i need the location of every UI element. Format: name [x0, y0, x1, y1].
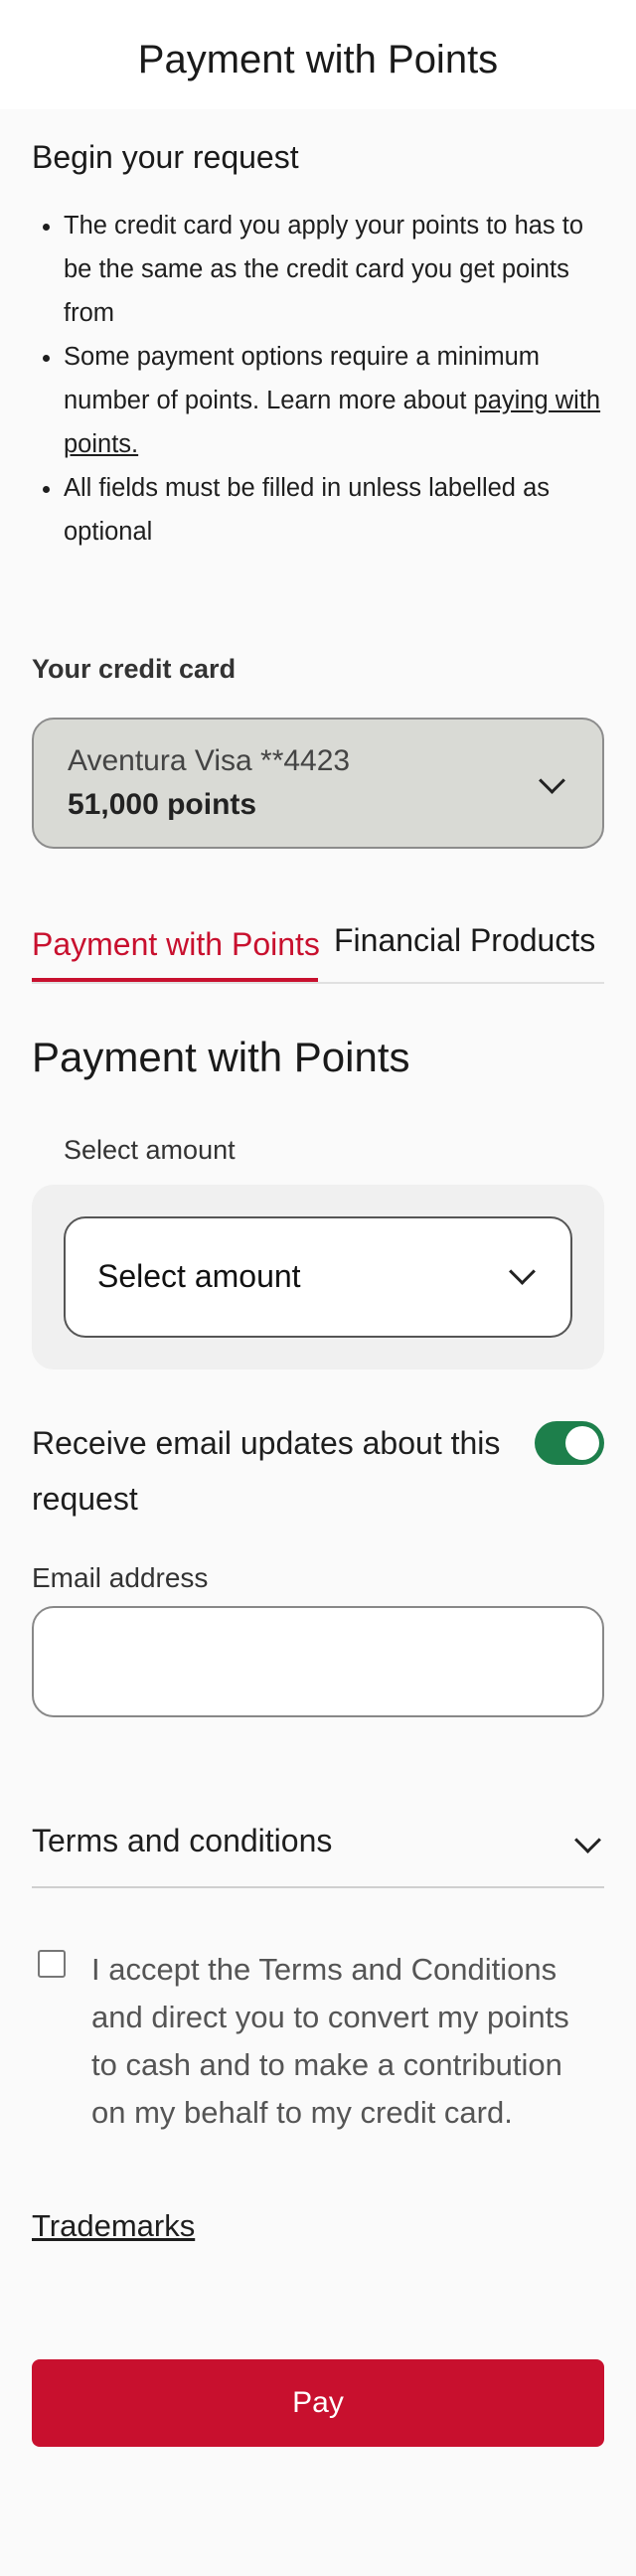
- active-tab-indicator: [32, 978, 318, 982]
- pay-button[interactable]: Pay: [32, 2359, 604, 2447]
- chevron-down-icon: [509, 1258, 536, 1285]
- email-updates-toggle[interactable]: [535, 1421, 604, 1465]
- amount-select[interactable]: Select amount: [64, 1216, 572, 1338]
- intro-bullet-text: All fields must be filled in unless labe…: [64, 474, 551, 546]
- credit-card-select[interactable]: Aventura Visa **4423 51,000 points: [32, 718, 604, 849]
- page-title: Payment with Points: [137, 37, 499, 81]
- intro-bullet: The credit card you apply your points to…: [64, 204, 604, 335]
- section-title: Payment with Points: [32, 1034, 410, 1080]
- tab-financial-products[interactable]: Financial Products: [334, 922, 595, 959]
- page: Payment with Points Begin your request T…: [0, 0, 636, 2576]
- email-field[interactable]: [32, 1606, 604, 1717]
- amount-panel: Select amount: [32, 1185, 604, 1369]
- intro-bullet: Some payment options require a minimum n…: [64, 335, 604, 466]
- chevron-down-icon: [574, 1827, 601, 1853]
- tab-bar: Payment with Points Financial Products: [32, 912, 604, 984]
- credit-card-name: Aventura Visa **4423: [68, 744, 351, 777]
- credit-card-label: Your credit card: [32, 654, 237, 684]
- accept-terms-checkbox[interactable]: [38, 1950, 66, 1978]
- accept-terms-text: I accept the Terms and Conditions and di…: [91, 1952, 569, 2130]
- credit-card-points: 51,000 points: [68, 788, 257, 821]
- toggle-knob: [565, 1426, 599, 1460]
- intro-bullet: All fields must be filled in unless labe…: [64, 466, 604, 554]
- trademarks-link[interactable]: Trademarks: [32, 2208, 195, 2244]
- page-header: Payment with Points: [0, 0, 636, 109]
- tab-payment-with-points[interactable]: Payment with Points: [32, 926, 320, 963]
- amount-label: Select amount: [64, 1135, 236, 1165]
- intro-list: The credit card you apply your points to…: [32, 204, 604, 554]
- email-label: Email address: [32, 1562, 209, 1593]
- amount-select-value: Select amount: [97, 1258, 301, 1294]
- terms-label: Terms and conditions: [32, 1823, 333, 1858]
- intro-heading: Begin your request: [32, 139, 299, 175]
- intro-bullet-text: The credit card you apply your points to…: [64, 212, 584, 327]
- terms-accordion[interactable]: Terms and conditions: [32, 1811, 604, 1888]
- intro-bullet-text: Some payment options require a minimum n…: [64, 343, 541, 414]
- intro-section: Begin your request The credit card you a…: [32, 139, 604, 554]
- email-updates-label: Receive email updates about this request: [32, 1425, 501, 1517]
